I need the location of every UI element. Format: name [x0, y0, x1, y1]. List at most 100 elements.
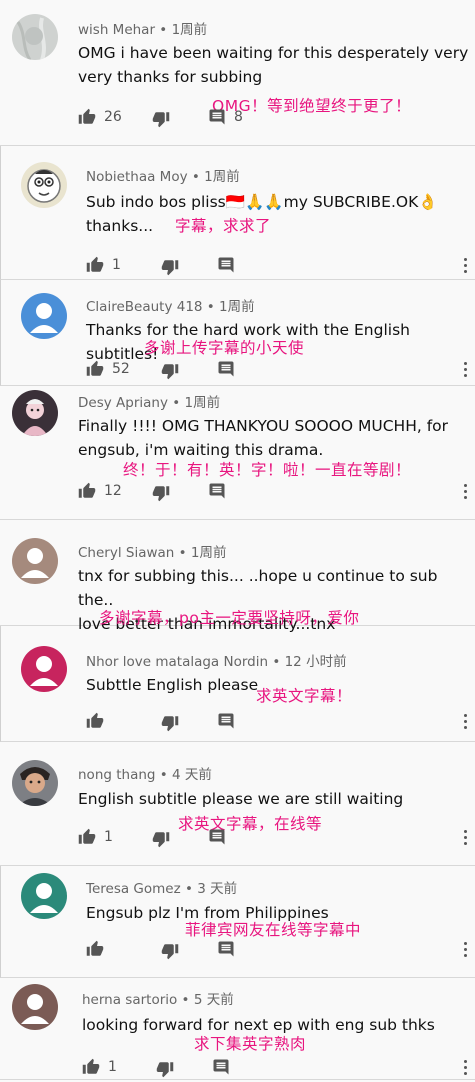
author-name[interactable]: Nhor love matalaga Nordin	[86, 654, 268, 670]
comment-meta: Nhor love matalaga Nordin • 12 小时前	[86, 650, 347, 670]
like-count: 26	[104, 109, 122, 125]
comment-meta: Nobiethaa Moy • 1周前	[86, 165, 240, 185]
like-action[interactable]: 1	[86, 256, 136, 278]
reply-action[interactable]	[208, 482, 258, 504]
like-action[interactable]	[86, 712, 136, 734]
reply-action[interactable]	[217, 712, 267, 734]
timestamp: 1周前	[171, 22, 208, 38]
meta-separator: •	[187, 169, 205, 185]
more-vert-icon[interactable]	[463, 1060, 469, 1078]
author-name[interactable]: Desy Apriany	[78, 395, 168, 411]
translation-annotation: 求英文字幕！	[256, 687, 353, 705]
comment: wish Mehar • 1周前 OMG i have been waiting …	[0, 0, 475, 146]
comment: nong thang • 4 天前 English subtitle please…	[0, 742, 475, 866]
avatar[interactable]	[21, 162, 67, 208]
timestamp: 1周前	[184, 395, 221, 411]
like-count: 12	[104, 483, 122, 499]
timestamp: 12 小时前	[284, 654, 347, 670]
comment-meta: Desy Apriany • 1周前	[78, 391, 220, 411]
meta-separator: •	[268, 654, 285, 670]
timestamp: 1周前	[190, 545, 227, 561]
like-count: 1	[112, 257, 121, 273]
more-vert-icon[interactable]	[463, 484, 469, 502]
translation-annotation: 求下集英字熟肉	[194, 1035, 307, 1053]
dislike-action[interactable]	[156, 1060, 178, 1082]
translation-annotation: 多谢字幕，po主一定要坚持呀，爱你	[99, 609, 360, 627]
meta-separator: •	[167, 395, 185, 411]
avatar[interactable]	[21, 293, 67, 339]
like-count: 1	[108, 1059, 117, 1075]
meta-separator: •	[174, 545, 191, 561]
translation-annotation: 字幕，求求了	[175, 217, 272, 235]
timestamp: 3 天前	[197, 881, 238, 897]
comment: Nobiethaa Moy • 1周前 Sub indo bos pliss🇮🇩🙏…	[0, 146, 475, 280]
meta-separator: •	[177, 992, 194, 1008]
dislike-action[interactable]	[161, 362, 183, 384]
more-vert-icon[interactable]	[463, 714, 469, 732]
like-action[interactable]: 26	[78, 108, 128, 130]
comment-meta: wish Mehar • 1周前	[78, 18, 207, 38]
reply-action[interactable]	[212, 1058, 262, 1080]
translation-annotation: 菲律宾网友在线等字幕中	[185, 921, 362, 939]
dislike-action[interactable]	[152, 484, 174, 506]
comment-meta: nong thang • 4 天前	[78, 763, 212, 783]
more-vert-icon[interactable]	[463, 942, 469, 960]
translation-annotation: 终！于！有！英！字！啦！一直在等剧！	[123, 461, 412, 479]
reply-action[interactable]	[217, 940, 267, 962]
reply-count: 8	[234, 109, 243, 125]
dislike-action[interactable]	[161, 258, 183, 280]
dislike-action[interactable]	[152, 830, 174, 852]
like-count: 1	[104, 829, 113, 845]
author-name[interactable]: nong thang	[78, 767, 155, 783]
author-name[interactable]: wish Mehar	[78, 22, 155, 38]
more-vert-icon[interactable]	[463, 830, 469, 848]
author-name[interactable]: Nobiethaa Moy	[86, 169, 188, 185]
comment-meta: ClaireBeauty 418 • 1周前	[86, 295, 255, 315]
comment: Nhor love matalaga Nordin • 12 小时前 Subttl…	[0, 626, 475, 742]
avatar[interactable]	[12, 14, 58, 60]
like-action[interactable]: 1	[78, 828, 128, 850]
reply-action[interactable]	[217, 360, 267, 382]
like-action[interactable]: 1	[82, 1058, 132, 1080]
comment: ClaireBeauty 418 • 1周前 Thanks for the har…	[0, 280, 475, 386]
comment-meta: herna sartorio • 5 天前	[82, 988, 234, 1008]
comment: Teresa Gomez • 3 天前 Engsub plz I'm from P…	[0, 866, 475, 978]
avatar[interactable]	[12, 760, 58, 806]
reply-action[interactable]	[208, 828, 258, 850]
meta-separator: •	[180, 881, 198, 897]
timestamp: 1周前	[204, 169, 240, 185]
reply-action[interactable]	[217, 256, 267, 278]
avatar[interactable]	[12, 538, 58, 584]
comment-text: Finally !!!! OMG THANKYOU SOOOO MUCHH, f…	[78, 417, 449, 459]
author-name[interactable]: herna sartorio	[82, 992, 177, 1008]
meta-separator: •	[202, 299, 220, 315]
avatar[interactable]	[12, 984, 58, 1030]
more-vert-icon[interactable]	[463, 258, 469, 276]
dislike-action[interactable]	[152, 110, 174, 132]
comment: Cheryl Siawan • 1周前 tnx for subbing this.…	[0, 520, 475, 633]
avatar[interactable]	[21, 873, 67, 919]
meta-separator: •	[155, 767, 173, 783]
translation-annotation: 多谢上传字幕的小天使	[144, 339, 305, 357]
avatar[interactable]	[12, 390, 58, 436]
author-name[interactable]: Cheryl Siawan	[78, 545, 174, 561]
comment-meta: Cheryl Siawan • 1周前	[78, 541, 226, 561]
comment-meta: Teresa Gomez • 3 天前	[86, 877, 237, 897]
comment-text: OMG i have been waiting for this despera…	[78, 44, 469, 86]
comment-text: English subtitle please we are still wai…	[78, 790, 404, 808]
author-name[interactable]: ClaireBeauty 418	[86, 299, 203, 315]
reply-action[interactable]: 8	[208, 108, 258, 130]
meta-separator: •	[155, 22, 172, 38]
timestamp: 4 天前	[172, 767, 212, 783]
more-vert-icon[interactable]	[463, 362, 469, 380]
timestamp: 1周前	[219, 299, 255, 315]
like-count: 52	[112, 361, 130, 377]
like-action[interactable]: 52	[86, 360, 136, 382]
avatar[interactable]	[21, 646, 67, 692]
comment-text: Subttle English please	[86, 676, 259, 694]
like-action[interactable]: 12	[78, 482, 128, 504]
author-name[interactable]: Teresa Gomez	[86, 881, 181, 897]
dislike-action[interactable]	[161, 714, 183, 736]
dislike-action[interactable]	[161, 942, 183, 964]
like-action[interactable]	[86, 940, 136, 962]
